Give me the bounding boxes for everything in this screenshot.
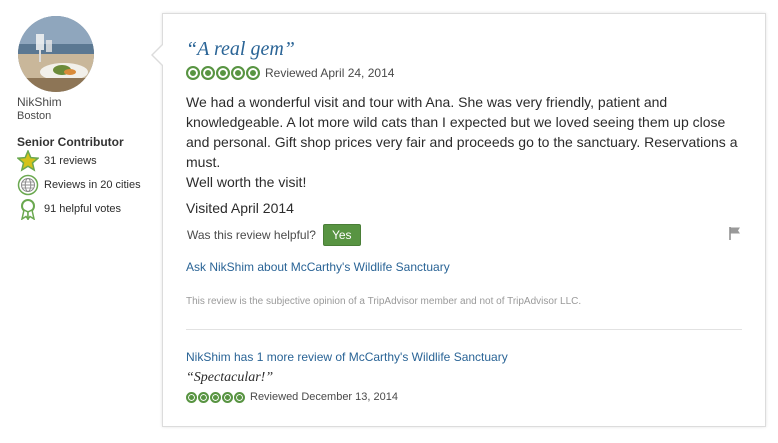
more-review-date: Reviewed December 13, 2014 — [250, 391, 398, 403]
review-card: “A real gem” Reviewed April 24, 2014 We … — [162, 13, 766, 427]
helpful-prompt: Was this review helpful? Yes — [187, 224, 361, 246]
rating-bubbles — [186, 391, 246, 403]
flag-icon[interactable] — [728, 226, 742, 240]
rating-bubble-icon — [234, 391, 245, 403]
review-body-paragraph: We had a wonderful visit and tour with A… — [186, 94, 738, 170]
badge-reviews-text: 31 reviews — [44, 155, 97, 167]
badge-cities: Reviews in 20 cities — [17, 174, 141, 196]
review-body-paragraph: Well worth the visit! — [186, 174, 307, 190]
rating-bubble-icon — [201, 66, 215, 80]
badge-helpful-votes: 91 helpful votes — [17, 198, 122, 222]
more-reviews-link[interactable]: NikShim has 1 more review of McCarthy's … — [186, 350, 508, 364]
review-rating: Reviewed April 24, 2014 — [186, 66, 394, 80]
helpful-question: Was this review helpful? — [187, 228, 316, 242]
badge-helpful-votes-text: 91 helpful votes — [44, 203, 122, 215]
member-level: Senior Contributor — [17, 135, 124, 149]
review-body: We had a wonderful visit and tour with A… — [186, 92, 751, 192]
review-title[interactable]: “A real gem” — [186, 38, 295, 61]
rating-bubble-icon — [186, 391, 197, 403]
avatar[interactable] — [18, 16, 94, 92]
card-pointer-fill — [153, 45, 163, 65]
visited-date: Visited April 2014 — [186, 200, 294, 216]
ribbon-icon — [17, 198, 39, 222]
rating-bubble-icon — [186, 66, 200, 80]
more-review-title[interactable]: “Spectacular!” — [186, 370, 273, 386]
star-badge-icon — [16, 149, 40, 172]
divider — [186, 329, 742, 330]
rating-bubble-icon — [216, 66, 230, 80]
more-review-rating: Reviewed December 13, 2014 — [186, 391, 398, 403]
review-disclaimer: This review is the subjective opinion of… — [186, 296, 582, 307]
member-name[interactable]: NikShim — [17, 95, 62, 109]
rating-bubble-icon — [198, 391, 209, 403]
rating-bubble-icon — [231, 66, 245, 80]
rating-bubble-icon — [246, 66, 260, 80]
rating-bubble-icon — [222, 391, 233, 403]
rating-bubbles — [186, 66, 261, 80]
yes-button[interactable]: Yes — [322, 224, 361, 246]
badge-cities-text: Reviews in 20 cities — [44, 179, 141, 191]
ask-member-link[interactable]: Ask NikShim about McCarthy's Wildlife Sa… — [186, 260, 450, 274]
badge-reviews: 31 reviews — [16, 149, 97, 172]
globe-icon — [17, 174, 39, 196]
member-location: Boston — [17, 110, 52, 122]
rating-bubble-icon — [210, 391, 221, 403]
review-date: Reviewed April 24, 2014 — [265, 66, 395, 80]
member-info: NikShim Boston Senior Contributor 31 rev… — [0, 0, 160, 443]
